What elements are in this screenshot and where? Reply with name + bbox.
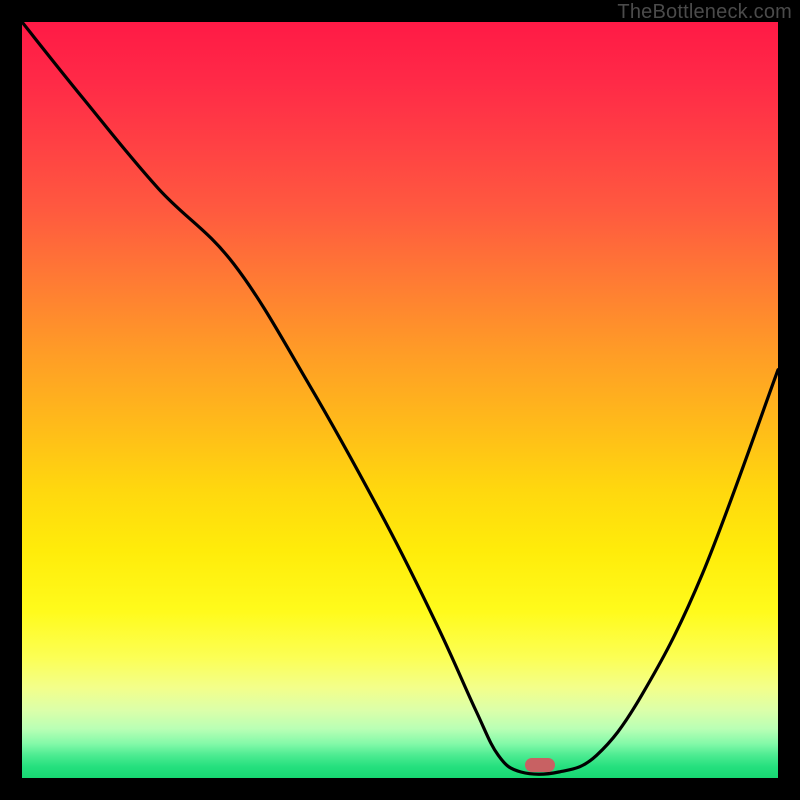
chart-frame: TheBottleneck.com (0, 0, 800, 800)
watermark-text: TheBottleneck.com (617, 1, 792, 24)
plot-area (22, 22, 778, 778)
bottleneck-curve (22, 22, 778, 778)
optimal-point-marker (525, 758, 555, 772)
